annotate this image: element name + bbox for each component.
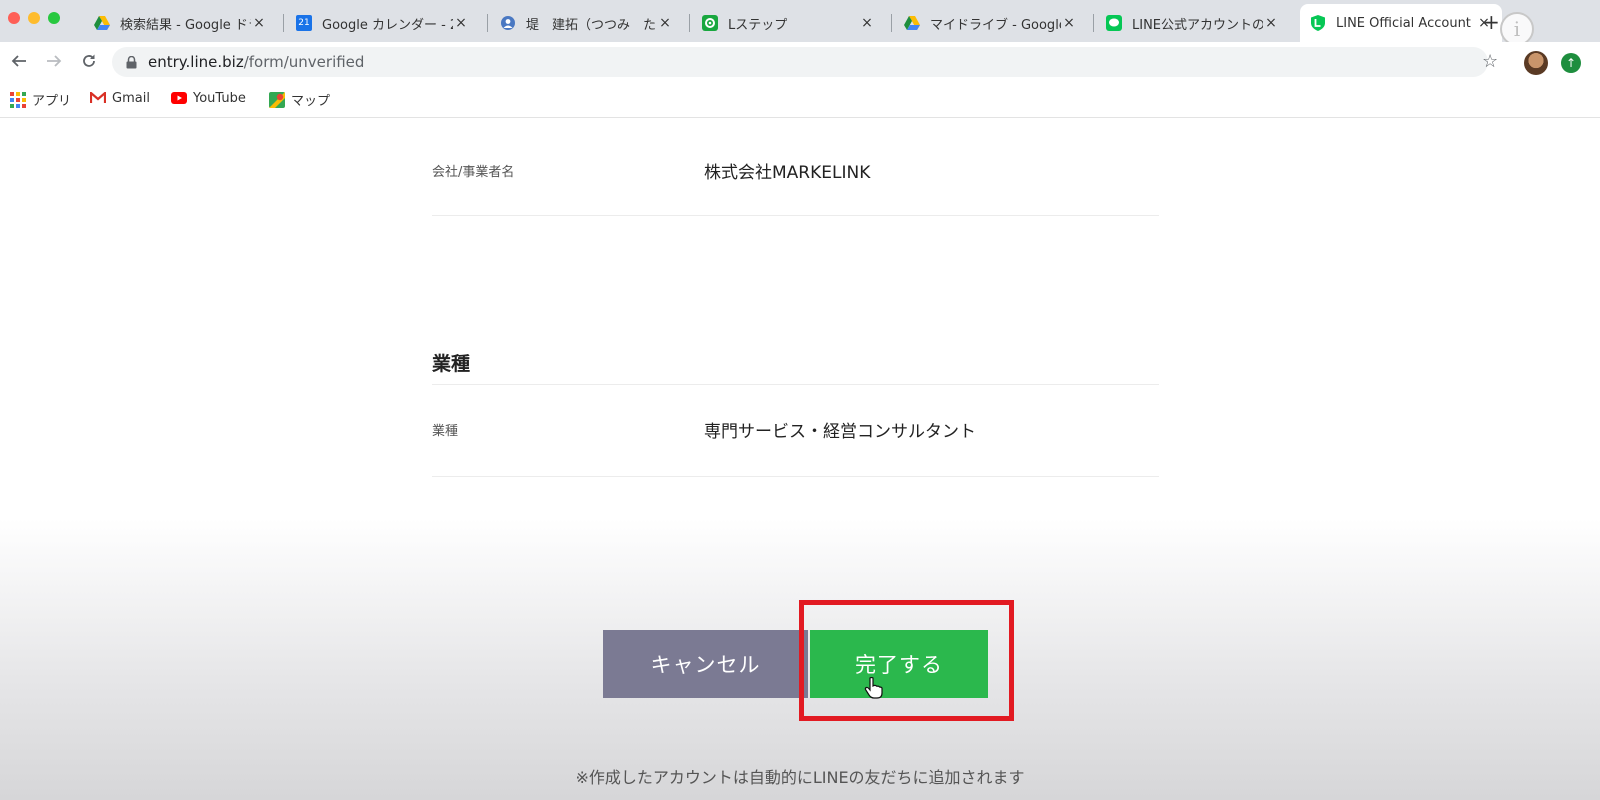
line-shield-icon (1310, 15, 1326, 31)
arrow-right-icon (47, 55, 62, 67)
tab-title: LINE Official Account (1336, 15, 1471, 31)
browser-toolbar: entry.line.biz/form/unverified ☆ ↑ (0, 42, 1600, 82)
auto-add-friend-note: ※作成したアカウントは自動的にLINEの友だちに追加されます (575, 768, 1025, 787)
tab-close-icon[interactable]: × (859, 15, 875, 31)
google-drive-icon (94, 15, 110, 31)
tab-title: マイドライブ - Google ドライブ (930, 17, 1061, 33)
new-tab-button[interactable]: + (1483, 10, 1500, 34)
tab-title: 検索結果 - Google ドライブ (120, 17, 251, 33)
highlight-box (799, 600, 1014, 721)
bookmark-label: アプリ (32, 94, 72, 109)
tab-profile[interactable]: 堤 建拓（つつみ たかひろ） × (490, 4, 683, 42)
profile-icon (500, 15, 516, 31)
lstep-icon (702, 15, 718, 31)
back-button[interactable] (8, 50, 30, 72)
tab-title: Lステップ (728, 17, 788, 33)
bookmark-gmail[interactable]: Gmail (90, 90, 150, 106)
tab-close-icon[interactable]: × (657, 15, 673, 31)
bookmark-label: Gmail (112, 90, 150, 106)
tab-separator (891, 14, 892, 32)
forward-button[interactable] (43, 50, 65, 72)
arrow-left-icon (11, 55, 26, 67)
cancel-button[interactable]: キャンセル (603, 630, 808, 698)
bookmark-apps[interactable]: アプリ (10, 90, 71, 109)
tab-close-icon[interactable]: × (251, 15, 267, 31)
calendar-day-number: 21 (298, 18, 310, 28)
address-bar[interactable]: entry.line.biz/form/unverified (112, 47, 1488, 77)
company-name-value: 株式会社MARKELINK (704, 163, 871, 183)
tab-line-official-account-active[interactable]: LINE Official Account × (1300, 4, 1502, 42)
youtube-icon (171, 90, 187, 106)
tab-close-icon[interactable]: × (1061, 15, 1077, 31)
url-host: entry.line.biz (148, 53, 244, 71)
tab-my-drive[interactable]: マイドライブ - Google ドライブ × (894, 4, 1087, 42)
tab-title: LINE公式アカウントの (1132, 17, 1263, 33)
tab-close-icon[interactable]: × (453, 15, 469, 31)
industry-value: 専門サービス・経営コンサルタント (704, 422, 976, 442)
lock-icon (126, 55, 140, 69)
bookmark-label: マップ (291, 94, 331, 109)
bookmark-label: YouTube (193, 90, 246, 106)
tab-drive-search[interactable]: 検索結果 - Google ドライブ × (84, 4, 277, 42)
window-minimize-button[interactable] (28, 12, 40, 24)
update-icon[interactable]: ↑ (1561, 53, 1581, 73)
window-zoom-button[interactable] (48, 12, 60, 24)
bookmark-star-icon[interactable]: ☆ (1482, 51, 1498, 72)
line-icon (1106, 15, 1122, 31)
company-name-label: 会社/事業者名 (432, 165, 515, 180)
reload-icon (83, 54, 95, 67)
gmail-icon (90, 90, 106, 106)
hand-cursor-icon (864, 676, 884, 703)
tab-close-icon[interactable]: × (1263, 15, 1279, 31)
tab-separator (689, 14, 690, 32)
google-calendar-icon: 21 (296, 15, 312, 31)
tab-separator (487, 14, 488, 32)
company-name-row: 会社/事業者名 株式会社MARKELINK (432, 119, 1159, 216)
tab-line-official[interactable]: LINE公式アカウントの × (1096, 4, 1289, 42)
tab-title: 堤 建拓（つつみ たかひろ） (526, 17, 657, 33)
industry-row: 業種 専門サービス・経営コンサルタント (432, 385, 1159, 477)
industry-label: 業種 (432, 424, 459, 439)
tab-google-calendar[interactable]: 21 Google カレンダー - 2 × (286, 4, 479, 42)
tab-separator (283, 14, 284, 32)
url-path: /form/unverified (243, 53, 365, 71)
tab-separator (1093, 14, 1094, 32)
tab-title: Google カレンダー - 2 (322, 17, 453, 33)
tab-strip: 検索結果 - Google ドライブ × 21 Google カレンダー - 2… (0, 0, 1600, 46)
google-drive-icon (904, 15, 920, 31)
bookmarks-bar: アプリ Gmail YouTube マップ (0, 82, 1600, 118)
bookmark-maps[interactable]: マップ (269, 90, 330, 109)
apps-grid-icon (10, 91, 26, 108)
window-close-button[interactable] (8, 12, 20, 24)
bookmark-youtube[interactable]: YouTube (171, 90, 246, 106)
info-icon[interactable]: i (1500, 12, 1534, 46)
avatar[interactable] (1524, 51, 1548, 75)
industry-section-title: 業種 (432, 353, 471, 375)
tab-lstep[interactable]: Lステップ × (692, 4, 885, 42)
google-maps-icon (269, 91, 285, 108)
reload-button[interactable] (78, 50, 100, 72)
